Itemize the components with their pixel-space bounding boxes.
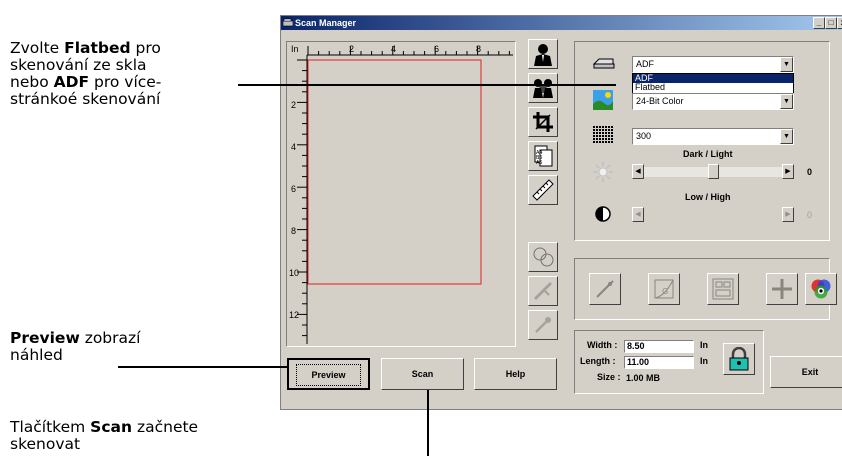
ruler-top-tick: 4: [391, 44, 397, 54]
resolution-select[interactable]: 300 ▼: [632, 128, 794, 145]
width-label: Width :: [587, 340, 618, 350]
source-select[interactable]: ADF ▼: [632, 56, 794, 73]
tool-person-icon[interactable]: [528, 39, 558, 69]
color-mode-value: 24-Bit Color: [636, 96, 684, 106]
contrast-value: 0: [807, 210, 813, 220]
length-label: Length :: [580, 356, 616, 366]
ruler-left-tick: 10: [289, 268, 300, 278]
callout-line-source: [238, 84, 616, 86]
ruler-graphics: [297, 46, 513, 344]
ruler-icon[interactable]: [528, 175, 558, 205]
title-bar: Scan Manager _ □ x: [281, 16, 842, 30]
width-field[interactable]: 8.50: [624, 340, 694, 353]
preview-button-label: Preview: [296, 364, 361, 386]
contrast-icon: [595, 206, 611, 222]
chevron-down-icon[interactable]: ▼: [780, 57, 793, 72]
annotation-scan: Tlačítkem Scan začnete skenovat: [10, 418, 199, 453]
sharpen-icon[interactable]: [766, 273, 798, 305]
scanner-app-icon: [283, 18, 293, 27]
callout-line-preview: [118, 366, 288, 368]
contrast-label: Low / High: [685, 192, 731, 202]
brightness-label: Dark / Light: [683, 149, 733, 159]
window-title: Scan Manager: [295, 18, 357, 28]
tool-faces-icon[interactable]: [528, 242, 558, 272]
color-mode-select[interactable]: 24-Bit Color ▼: [632, 93, 794, 110]
source-option[interactable]: Flatbed: [633, 83, 793, 92]
slider-left-arrow-icon[interactable]: ◀: [632, 207, 644, 222]
brightness-slider[interactable]: ◀ ▶: [632, 164, 794, 180]
processing-panel: G: [574, 258, 837, 320]
ruler-left-tick: 8: [291, 226, 297, 236]
tool-group-icon[interactable]: [528, 73, 558, 103]
svg-text:A5: A5: [536, 160, 543, 166]
ruler-left-tick: 4: [291, 142, 297, 152]
settings-panel: ADF ▼ ADF Flatbed 24-Bit Color ▼ 300 ▼ D…: [574, 41, 830, 241]
size-panel: Width : 8.50 In Length : 11.00 In Size :…: [574, 330, 764, 394]
callout-line-scan: [427, 390, 429, 456]
annotation-source-selection: Zvolte Flatbed pro skenování ze skla neb…: [10, 39, 162, 108]
ruler-left-tick: 2: [291, 100, 297, 110]
brightness-slider-thumb[interactable]: [707, 164, 719, 179]
scanner-source-icon: [593, 58, 615, 69]
svg-text:G: G: [662, 287, 668, 296]
length-field[interactable]: 11.00: [624, 356, 694, 369]
ruler-left-tick: 6: [291, 184, 297, 194]
slider-right-arrow-icon[interactable]: ▶: [782, 164, 794, 179]
eyedropper-icon[interactable]: [528, 310, 558, 340]
maximize-button[interactable]: □: [825, 17, 837, 29]
close-button[interactable]: x: [837, 17, 842, 29]
lock-button[interactable]: [723, 343, 755, 375]
resolution-value: 300: [636, 131, 652, 141]
ruler-top-tick: 2: [349, 44, 355, 54]
paper-size-icon[interactable]: A4 B5 A5: [528, 141, 558, 171]
annotation-preview: Preview zobrazí náhled: [10, 329, 141, 364]
ruler-unit: In: [291, 44, 299, 54]
gamma-icon[interactable]: G: [648, 273, 680, 305]
size-label: Size :: [597, 372, 621, 382]
resolution-icon: [593, 126, 613, 144]
preview-area: In 2 4 6 8 2 4 6 8 10 12: [286, 41, 516, 347]
tool-magic-icon[interactable]: [528, 276, 558, 306]
size-value: 1.00 MB: [626, 373, 661, 383]
width-unit: In: [700, 340, 708, 350]
scan-button[interactable]: Scan: [381, 358, 464, 390]
layout-icon[interactable]: [707, 273, 739, 305]
ruler-top-tick: 6: [434, 44, 440, 54]
contrast-slider[interactable]: ◀ ▶: [632, 207, 794, 223]
brightness-value: 0: [807, 167, 813, 177]
preview-button[interactable]: Preview: [287, 358, 370, 390]
scan-manager-window: Scan Manager _ □ x In 2 4 6 8 2 4 6 8 10…: [280, 15, 842, 410]
color-adjust-icon[interactable]: [805, 273, 837, 305]
chevron-down-icon[interactable]: ▼: [780, 129, 793, 144]
minimize-button[interactable]: _: [813, 17, 825, 29]
slider-right-arrow-icon[interactable]: ▶: [782, 207, 794, 222]
help-button[interactable]: Help: [474, 358, 557, 390]
chevron-down-icon[interactable]: ▼: [780, 94, 793, 109]
source-dropdown-list: ADF Flatbed: [632, 73, 794, 94]
length-unit: In: [700, 356, 708, 366]
descreen-icon[interactable]: [589, 273, 621, 305]
slider-left-arrow-icon[interactable]: ◀: [632, 164, 644, 179]
color-mode-icon: [593, 90, 613, 110]
source-select-value: ADF: [636, 59, 654, 69]
brightness-icon: [593, 162, 613, 182]
crop-icon[interactable]: [528, 107, 558, 137]
ruler-left-tick: 12: [289, 310, 300, 320]
exit-button[interactable]: Exit: [770, 356, 842, 388]
ruler-top-tick: 8: [476, 44, 482, 54]
lock-icon: [729, 347, 749, 371]
